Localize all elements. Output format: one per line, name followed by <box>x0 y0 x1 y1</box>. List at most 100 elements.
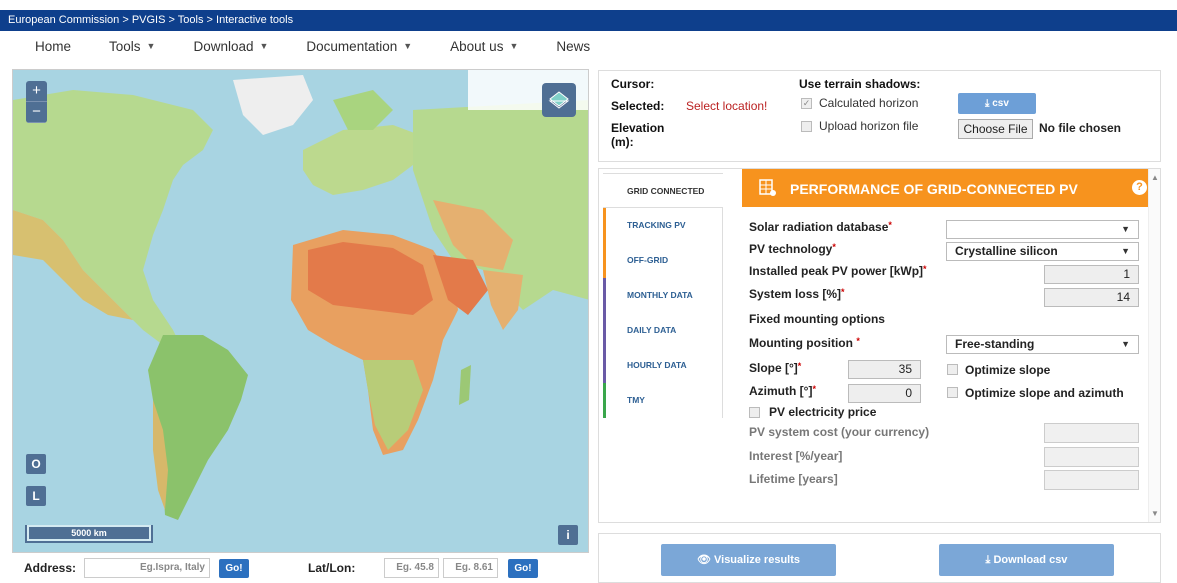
pv-price-checkbox[interactable] <box>749 407 760 418</box>
slope-label: Slope [°]* <box>749 361 801 375</box>
lat-input[interactable]: Eg. 45.8 <box>384 558 439 578</box>
nav-tools[interactable]: Tools ▼ <box>109 39 155 54</box>
elevation-unit: (m): <box>611 135 634 149</box>
optimize-slope-azimuth-checkbox[interactable] <box>947 387 958 398</box>
breadcrumb-pvgis[interactable]: PVGIS <box>132 14 166 26</box>
zoom-in-button[interactable]: + <box>26 81 47 102</box>
select-location-text: Select location! <box>686 99 768 113</box>
nav-home[interactable]: Home <box>35 39 71 54</box>
upload-horizon-checkbox[interactable] <box>801 121 812 132</box>
map-l-button[interactable]: L <box>26 486 46 506</box>
required-mark: * <box>888 220 892 230</box>
tab-tmy[interactable]: TMY <box>603 383 723 418</box>
chevron-down-icon: ▼ <box>259 41 269 51</box>
chevron-down-icon: ▼ <box>1121 246 1130 256</box>
layers-icon <box>548 91 570 109</box>
lon-input[interactable]: Eg. 8.61 <box>443 558 498 578</box>
map-o-button[interactable]: O <box>26 454 46 474</box>
tab-label: DAILY DATA <box>627 325 677 335</box>
address-input[interactable]: Eg.Ispra, Italy <box>84 558 210 578</box>
mount-pos-label: Mounting position * <box>749 336 860 350</box>
zoom-out-button[interactable]: − <box>26 102 47 123</box>
azimuth-label: Azimuth [°]* <box>749 384 816 398</box>
nav-home-label: Home <box>35 38 72 54</box>
required-mark: * <box>797 361 802 371</box>
interest-input[interactable] <box>1044 447 1139 467</box>
calculated-horizon-checkbox[interactable]: ✓ <box>801 98 812 109</box>
solar-db-text: Solar radiation database <box>749 220 889 234</box>
cost-input[interactable] <box>1044 423 1139 443</box>
system-loss-text: System loss [%] <box>749 287 842 301</box>
tab-label: MONTHLY DATA <box>627 290 693 300</box>
selected-label: Selected: <box>611 99 665 113</box>
nav-documentation[interactable]: Documentation ▼ <box>306 39 412 54</box>
tab-label: GRID CONNECTED <box>627 186 705 196</box>
mount-pos-select[interactable]: Free-standing ▼ <box>946 335 1139 354</box>
mount-pos-value: Free-standing <box>955 337 1035 351</box>
eye-icon: 👁 <box>696 554 714 566</box>
no-file-text: No file chosen <box>1039 121 1122 135</box>
nav-download[interactable]: Download ▼ <box>193 39 268 54</box>
form-header: PERFORMANCE OF GRID-CONNECTED PV ? <box>742 169 1157 207</box>
breadcrumb-ec[interactable]: European Commission <box>8 14 119 26</box>
cursor-label: Cursor: <box>611 77 655 91</box>
tab-daily-data[interactable]: DAILY DATA <box>603 313 723 348</box>
top-strip <box>0 0 1177 10</box>
tool-tabs: GRID CONNECTED TRACKING PV OFF-GRID MONT… <box>603 173 723 418</box>
visualize-results-button[interactable]: 👁 Visualize results <box>661 544 836 576</box>
optimize-slope-azimuth-label: Optimize slope and azimuth <box>965 386 1124 400</box>
required-mark: * <box>923 264 927 274</box>
download-csv-button[interactable]: ⤓ Download csv <box>939 544 1114 576</box>
address-row: Address: Eg.Ispra, Italy Go! Lat/Lon: Eg… <box>24 558 584 582</box>
required-mark: * <box>832 242 836 252</box>
tab-label: TMY <box>627 395 645 405</box>
elevation-label: Elevation <box>611 121 665 135</box>
chevron-down-icon: ▼ <box>509 41 519 51</box>
scroll-up-icon[interactable]: ▲ <box>1151 173 1159 182</box>
csv-button[interactable]: ⤓ csv <box>958 93 1036 114</box>
layers-button[interactable] <box>542 83 576 117</box>
required-mark: * <box>856 336 860 346</box>
system-loss-input[interactable]: 14 <box>1044 288 1139 307</box>
world-map[interactable]: + − O L i 5000 km <box>12 69 589 553</box>
latlon-go-button[interactable]: Go! <box>508 559 538 578</box>
form-title: PERFORMANCE OF GRID-CONNECTED PV <box>790 181 1078 197</box>
info-button[interactable]: i <box>558 525 578 545</box>
required-mark: * <box>812 384 816 394</box>
address-go-button[interactable]: Go! <box>219 559 249 578</box>
slope-input[interactable]: 35 <box>848 360 921 379</box>
optimize-slope-checkbox[interactable] <box>947 364 958 375</box>
nav-documentation-label: Documentation <box>306 38 398 54</box>
chevron-down-icon: ▼ <box>146 41 156 51</box>
tab-label: OFF-GRID <box>627 255 669 265</box>
chevron-down-icon: ▼ <box>1121 339 1130 349</box>
tab-monthly-data[interactable]: MONTHLY DATA <box>603 278 723 313</box>
nav-about[interactable]: About us ▼ <box>450 39 518 54</box>
breadcrumb-sep: > <box>203 14 217 26</box>
peak-power-input[interactable]: 1 <box>1044 265 1139 284</box>
interest-label: Interest [%/year] <box>749 449 843 463</box>
breadcrumb-tools[interactable]: Tools <box>178 14 204 26</box>
solar-panel-icon <box>759 179 776 196</box>
pv-tech-value: Crystalline silicon <box>955 244 1058 258</box>
breadcrumb: European Commission > PVGIS > Tools > In… <box>0 10 1177 31</box>
solar-db-select[interactable]: ▼ <box>946 220 1139 239</box>
choose-file-button[interactable]: Choose File <box>958 119 1033 139</box>
nav-tools-label: Tools <box>109 38 141 54</box>
tab-tracking-pv[interactable]: TRACKING PV <box>603 208 723 243</box>
pv-tech-select[interactable]: Crystalline silicon ▼ <box>946 242 1139 261</box>
fixed-mounting-heading: Fixed mounting options <box>749 312 885 326</box>
tab-hourly-data[interactable]: HOURLY DATA <box>603 348 723 383</box>
pv-tech-text: PV technology <box>749 242 833 256</box>
lifetime-label: Lifetime [years] <box>749 472 838 486</box>
nav-news[interactable]: News <box>556 39 590 54</box>
nav-about-label: About us <box>450 38 504 54</box>
scale-bar: 5000 km <box>25 525 153 543</box>
tab-off-grid[interactable]: OFF-GRID <box>603 243 723 278</box>
tab-grid-connected[interactable]: GRID CONNECTED <box>603 173 723 208</box>
panel-scrollbar[interactable]: ▲ ▼ <box>1148 169 1160 522</box>
scroll-down-icon[interactable]: ▼ <box>1151 509 1159 518</box>
azimuth-input[interactable]: 0 <box>848 384 921 403</box>
lifetime-input[interactable] <box>1044 470 1139 490</box>
help-icon[interactable]: ? <box>1132 180 1147 195</box>
